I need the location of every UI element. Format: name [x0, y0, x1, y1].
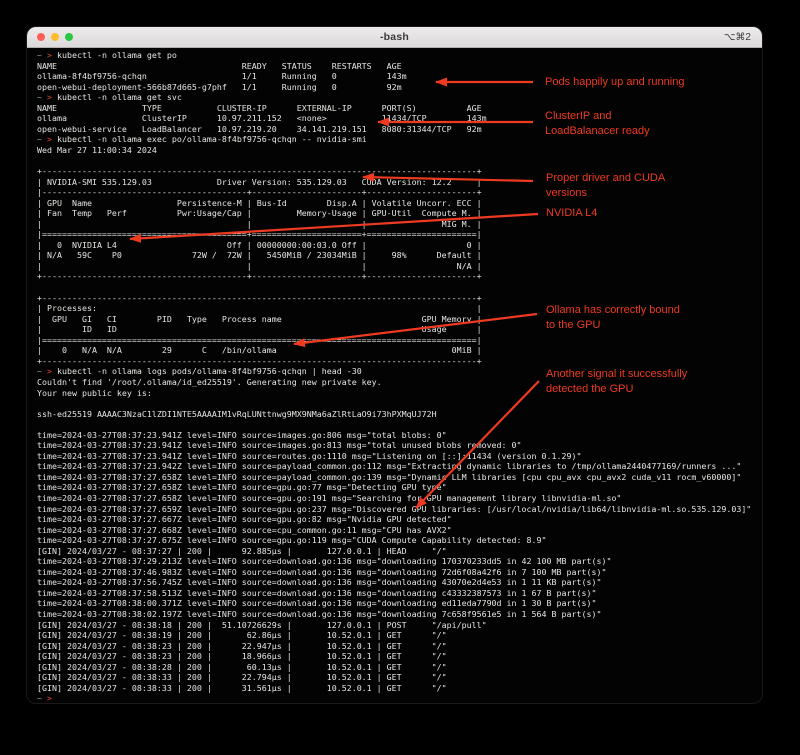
terminal-line: +---------------------------------------… — [37, 166, 482, 177]
terminal-line: | GPU GI CI PID Type Process name GPU Me… — [37, 313, 482, 324]
titlebar[interactable]: -bash ⌥⌘2 — [27, 27, 762, 48]
terminal-line: NAME TYPE CLUSTER-IP EXTERNAL-IP PORT(S)… — [37, 102, 482, 113]
traffic-lights — [37, 27, 73, 47]
terminal-line: ollama-8f4bf9756-qchqn 1/1 Running 0 143… — [37, 71, 407, 82]
terminal-line: NAME READY STATUS RESTARTS AGE — [37, 60, 402, 71]
terminal-line: time=2024-03-27T08:37:27.658Z level=INFO… — [37, 482, 447, 493]
window-title: -bash — [379, 31, 409, 43]
terminal-line: time=2024-03-27T08:37:23.942Z level=INFO… — [37, 461, 742, 472]
terminal-line: ~ > kubectl -n ollama get svc — [37, 92, 182, 103]
terminal-output[interactable]: ~ > kubectl -n ollama get po NAME READY S… — [27, 48, 762, 703]
terminal-line: open-webui-deployment-566b87d665-g7phf 1… — [37, 81, 402, 92]
terminal-line: time=2024-03-27T08:37:27.659Z level=INFO… — [37, 503, 752, 514]
terminal-line: Wed Mar 27 11:00:34 2024 — [37, 144, 157, 155]
terminal-line: |=======================================… — [37, 334, 482, 345]
terminal-line: [GIN] 2024/03/27 - 08:38:33 | 200 | 31.5… — [37, 682, 447, 693]
terminal-line: | | | MIG M. | — [37, 218, 482, 229]
terminal-line: ~ > kubectl -n ollama logs pods/ollama-8… — [37, 366, 362, 377]
terminal-line: time=2024-03-27T08:37:23.941Z level=INFO… — [37, 429, 447, 440]
terminal-line: +---------------------------------------… — [37, 292, 482, 303]
terminal-line: time=2024-03-27T08:38:02.197Z level=INFO… — [37, 608, 602, 619]
terminal-line: ~ > kubectl -n ollama exec po/ollama-8f4… — [37, 134, 367, 145]
terminal-line: +---------------------------------------… — [37, 355, 482, 366]
terminal-line: [GIN] 2024/03/27 - 08:37:27 | 200 | 92.8… — [37, 545, 447, 556]
terminal-line: |=======================================… — [37, 229, 482, 240]
terminal-line: [GIN] 2024/03/27 - 08:38:33 | 200 | 22.7… — [37, 672, 447, 683]
terminal-line: time=2024-03-27T08:37:23.941Z level=INFO… — [37, 450, 582, 461]
window-shortcut-label: ⌥⌘2 — [723, 31, 751, 43]
terminal-line: | GPU Name Persistence-M | Bus-Id Disp.A… — [37, 197, 482, 208]
terminal-line: time=2024-03-27T08:37:29.213Z level=INFO… — [37, 556, 612, 567]
terminal-line: | ID ID Usage | — [37, 324, 482, 335]
zoom-button[interactable] — [65, 33, 73, 41]
terminal-line: | 0 N/A N/A 29 C /bin/ollama 0MiB | — [37, 345, 482, 356]
terminal-line: [GIN] 2024/03/27 - 08:38:19 | 200 | 62.8… — [37, 630, 447, 641]
terminal-line: time=2024-03-27T08:37:27.668Z level=INFO… — [37, 524, 452, 535]
terminal-line: time=2024-03-27T08:37:27.675Z level=INFO… — [37, 535, 547, 546]
terminal-line: | Processes: | — [37, 303, 482, 314]
terminal-line: time=2024-03-27T08:37:27.658Z level=INFO… — [37, 492, 622, 503]
terminal-line: open-webui-service LoadBalancer 10.97.21… — [37, 123, 482, 134]
close-button[interactable] — [37, 33, 45, 41]
terminal-line: [GIN] 2024/03/27 - 08:38:23 | 200 | 18.9… — [37, 651, 447, 662]
terminal-line: ssh-ed25519 AAAAC3NzaC1lZDI1NTE5AAAAIM1v… — [37, 408, 437, 419]
minimize-button[interactable] — [51, 33, 59, 41]
terminal-line: ollama ClusterIP 10.97.211.152 <none> 11… — [37, 113, 487, 124]
terminal-line: [GIN] 2024/03/27 - 08:38:18 | 200 | 51.1… — [37, 619, 487, 630]
terminal-line: | | | N/A | — [37, 260, 482, 271]
terminal-line: ~ > — [37, 693, 57, 703]
terminal-line: time=2024-03-27T08:38:00.371Z level=INFO… — [37, 598, 597, 609]
terminal-line: [GIN] 2024/03/27 - 08:38:28 | 200 | 60.1… — [37, 661, 447, 672]
terminal-line: | N/A 59C P0 72W / 72W | 5450MiB / 23034… — [37, 250, 482, 261]
terminal-line: Couldn't find '/root/.ollama/id_ed25519'… — [37, 376, 382, 387]
terminal-window: -bash ⌥⌘2 ~ > kubectl -n ollama get po NA… — [27, 27, 762, 703]
terminal-line: time=2024-03-27T08:37:56.745Z level=INFO… — [37, 577, 602, 588]
terminal-line: ~ > kubectl -n ollama get po — [37, 50, 177, 60]
terminal-line: |---------------------------------------… — [37, 187, 482, 198]
terminal-line: [GIN] 2024/03/27 - 08:38:23 | 200 | 22.9… — [37, 640, 447, 651]
terminal-line: time=2024-03-27T08:37:23.941Z level=INFO… — [37, 440, 522, 451]
terminal-line: time=2024-03-27T08:37:27.658Z level=INFO… — [37, 471, 742, 482]
terminal-line: Your new public key is: — [37, 387, 152, 398]
terminal-line: | NVIDIA-SMI 535.129.03 Driver Version: … — [37, 176, 482, 187]
terminal-line: | Fan Temp Perf Pwr:Usage/Cap | Memory-U… — [37, 208, 482, 219]
terminal-line: | 0 NVIDIA L4 Off | 00000000:00:03.0 Off… — [37, 239, 482, 250]
terminal-line: time=2024-03-27T08:37:46.983Z level=INFO… — [37, 566, 607, 577]
desktop: { "window": { "title": "-bash", "shortcu… — [0, 0, 800, 755]
terminal-line: +---------------------------------------… — [37, 271, 482, 282]
terminal-line: time=2024-03-27T08:37:27.667Z level=INFO… — [37, 514, 452, 525]
terminal-line: time=2024-03-27T08:37:58.513Z level=INFO… — [37, 587, 597, 598]
